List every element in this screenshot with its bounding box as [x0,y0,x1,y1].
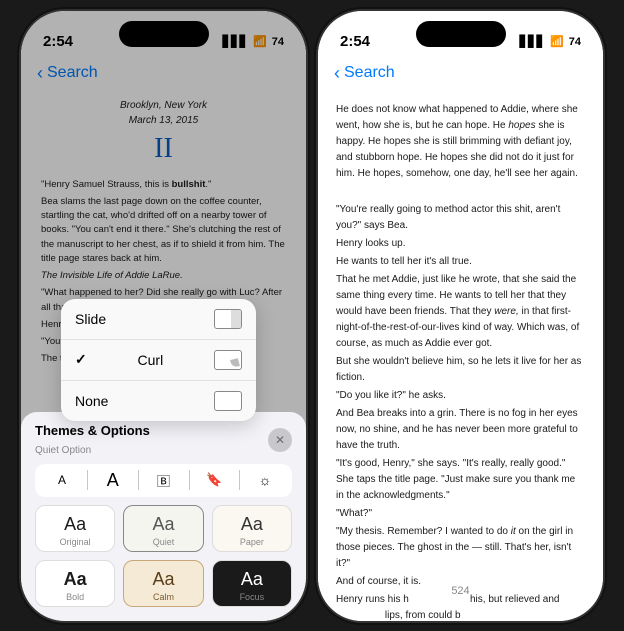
book-location: Brooklyn, New York [41,98,286,113]
theme-label-quiet: Quiet [153,537,175,547]
signal-icon-right: ▋▋▋ [520,35,545,48]
themes-close-button[interactable]: ✕ [268,428,292,452]
theme-original[interactable]: Aa Original [35,505,115,552]
rp-2 [336,184,585,200]
theme-quiet[interactable]: Aa Quiet [123,505,203,552]
brightness-button[interactable]: ☼ [250,472,280,488]
signal-icon-left: ▋▋▋ [223,35,248,48]
status-icons-right: ▋▋▋ 📶 74 [520,35,581,48]
theme-aa-original: Aa [64,514,86,535]
rp-11: "What?" [336,506,585,522]
time-left: 2:54 [43,33,73,50]
chevron-left-icon: ‹ [37,63,43,84]
theme-aa-quiet: Aa [152,514,174,535]
status-icons-left: ▋▋▋ 📶 74 [223,35,284,48]
theme-label-original: Original [60,537,91,547]
theme-grid: Aa Original Aa Quiet Aa Paper [35,505,292,607]
divider-1 [87,470,88,490]
curl-icon [214,350,242,370]
rp-4: Henry looks up. [336,236,585,252]
wifi-icon-left: 📶 [253,35,267,48]
theme-paper[interactable]: Aa Paper [212,505,292,552]
paragraph-1: "Henry Samuel Strauss, this is bullshit.… [41,178,286,192]
rp-9: And Bea breaks into a grin. There is no … [336,406,585,454]
toolbar-row: A A 🄱 🔖 ☼ [35,464,292,497]
theme-bold[interactable]: Aa Bold [35,560,115,607]
back-label-left: Search [47,64,98,82]
transition-curl-label: Curl [138,352,164,368]
themes-title: Themes & Options [35,423,150,438]
small-font-button[interactable]: A [47,473,77,487]
rp-10: "It's good, Henry," she says. "It's real… [336,456,585,504]
divider-2 [138,470,139,490]
back-button-right[interactable]: ‹ Search [334,63,587,84]
rp-8: "Do you like it?" he asks. [336,388,585,404]
rp-12: "My thesis. Remember? I wanted to do it … [336,524,585,572]
theme-calm[interactable]: Aa Calm [123,560,203,607]
rp-6: That he met Addie, just like he wrote, t… [336,272,585,352]
status-bar-right: 2:54 ▋▋▋ 📶 74 [318,11,603,61]
themes-header-text: Themes & Options Quiet Option [35,422,150,458]
theme-label-focus: Focus [240,592,265,602]
themes-subtitle: Quiet Option [35,445,91,456]
back-button-left[interactable]: ‹ Search [37,63,290,84]
book-title-section: Brooklyn, New York March 13, 2015 II [41,98,286,170]
theme-aa-paper: Aa [241,514,263,535]
theme-aa-bold: Aa [64,569,87,590]
font-picker-button[interactable]: 🄱 [149,471,179,490]
paragraph-3: The Invisible Life of Addie LaRue. [41,269,286,283]
page-number: 524 [318,581,603,601]
rp-5: He wants to tell her it's all true. [336,254,585,270]
rp-3: "You're really going to method actor thi… [336,202,585,234]
check-mark: ✓ [75,351,87,368]
transition-slide[interactable]: Slide [61,299,256,340]
theme-label-calm: Calm [153,592,174,602]
theme-aa-focus: Aa [241,569,263,590]
theme-label-bold: Bold [66,592,84,602]
status-bar-left: 2:54 ▋▋▋ 📶 74 [21,11,306,61]
slide-icon [214,309,242,329]
none-icon [214,391,242,411]
transition-curl[interactable]: ✓ Curl [61,340,256,381]
nav-bar-left: ‹ Search [21,61,306,88]
book-date: March 13, 2015 [41,113,286,128]
wifi-icon-right: 📶 [550,35,564,48]
reading-content: He does not know what happened to Addie,… [318,88,603,621]
time-right: 2:54 [340,33,370,50]
reading-text: He does not know what happened to Addie,… [336,102,585,621]
battery-right: 74 [569,36,581,48]
theme-label-paper: Paper [240,537,264,547]
large-font-button[interactable]: A [98,470,128,491]
themes-panel: Themes & Options Quiet Option ✕ A A 🄱 🔖 … [21,412,306,621]
theme-aa-calm: Aa [152,569,174,590]
right-phone: 2:54 ▋▋▋ 📶 74 ‹ Search He does not know … [318,11,603,621]
back-label-right: Search [344,64,395,82]
transition-none-label: None [75,393,108,409]
battery-left: 74 [272,36,284,48]
dynamic-island-left [119,21,209,47]
transition-none[interactable]: None [61,381,256,421]
chapter-number: II [41,128,286,170]
divider-4 [239,470,240,490]
theme-focus[interactable]: Aa Focus [212,560,292,607]
close-icon: ✕ [275,433,285,447]
bookmark-button[interactable]: 🔖 [199,472,229,488]
nav-bar-right: ‹ Search [318,61,603,88]
divider-3 [189,470,190,490]
transition-menu: Slide ✓ Curl None [61,299,256,421]
paragraph-2: Bea slams the last page down on the coff… [41,195,286,266]
themes-header: Themes & Options Quiet Option ✕ [35,422,292,458]
transition-slide-label: Slide [75,311,106,327]
chevron-right-icon: ‹ [334,63,340,84]
rp-7: But she wouldn't believe him, so he lets… [336,354,585,386]
dynamic-island-right [416,21,506,47]
left-phone: 2:54 ▋▋▋ 📶 74 ‹ Search Brooklyn, New Yor… [21,11,306,621]
rp-1: He does not know what happened to Addie,… [336,102,585,182]
